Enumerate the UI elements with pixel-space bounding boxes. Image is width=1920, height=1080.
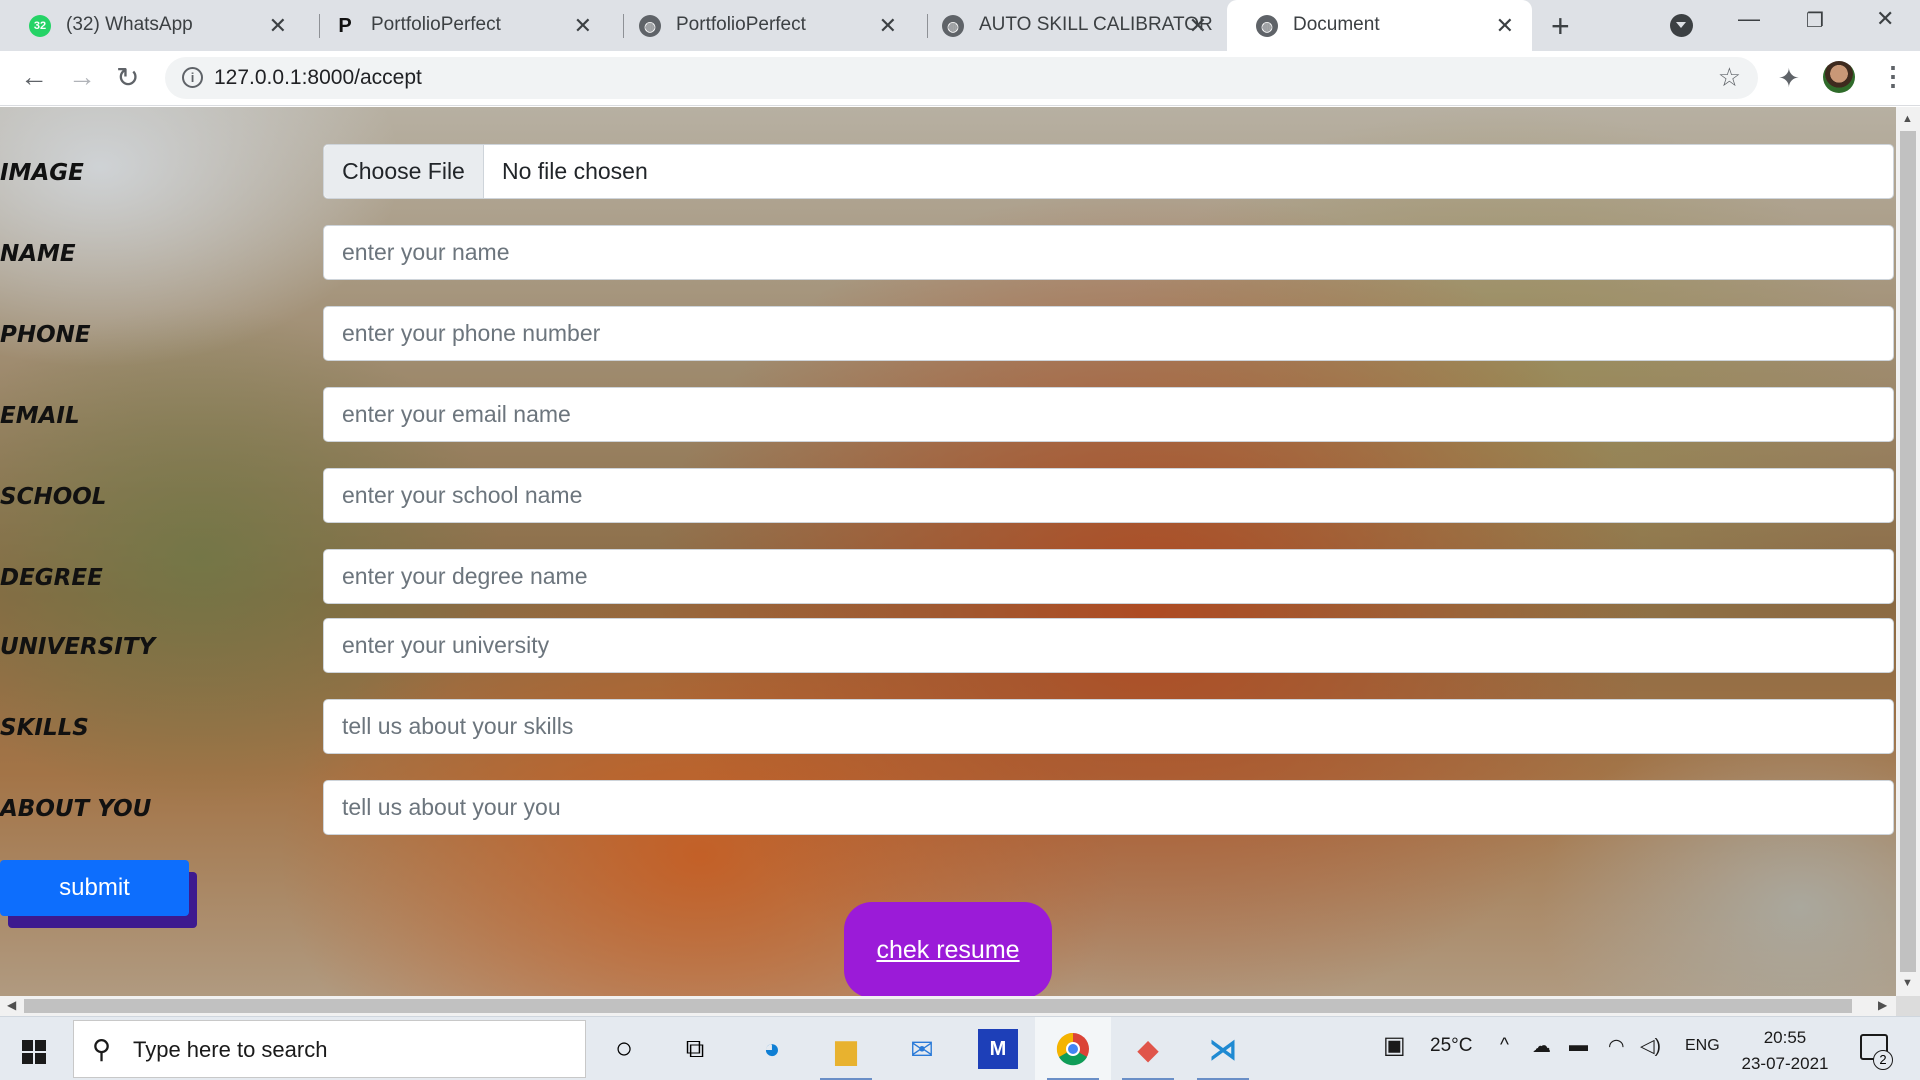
wifi-icon[interactable]: ◠: [1608, 1035, 1625, 1058]
tab-search-icon[interactable]: [1670, 14, 1693, 37]
onedrive-icon[interactable]: ☁: [1532, 1035, 1551, 1058]
scroll-up-icon[interactable]: ▲: [1902, 113, 1913, 125]
file-explorer-icon[interactable]: ▆: [826, 1029, 866, 1069]
scroll-down-icon[interactable]: ▼: [1902, 977, 1913, 989]
skills-label: SKILLS: [0, 715, 89, 741]
scroll-right-icon[interactable]: ▶: [1878, 998, 1887, 1012]
restore-icon[interactable]: ❐: [1806, 8, 1824, 33]
chevron-up-icon[interactable]: ^: [1500, 1035, 1509, 1057]
tab-portfolioperfect-1[interactable]: P PortfolioPerfect ✕: [305, 0, 610, 51]
search-icon: ⚲: [92, 1034, 112, 1064]
email-label: EMAIL: [0, 403, 80, 429]
new-tab-button[interactable]: +: [1551, 8, 1570, 45]
image-label: IMAGE: [0, 160, 84, 186]
tab-title: AUTO SKILL CALIBRATOR: [979, 14, 1213, 35]
globe-icon: ◍: [1256, 15, 1278, 37]
tab-portfolioperfect-2[interactable]: ◍ PortfolioPerfect ✕: [610, 0, 915, 51]
windows-taskbar: ⚲ Type here to search ○ ⧉ ◕ ▆ ✉ M ◆ ⋊ ▣ …: [0, 1016, 1920, 1080]
taskbar-search-box[interactable]: ⚲ Type here to search: [73, 1020, 586, 1078]
close-icon[interactable]: ✕: [1189, 13, 1207, 39]
school-label: SCHOOL: [0, 484, 107, 510]
reload-icon[interactable]: ↻: [116, 61, 139, 94]
degree-input[interactable]: enter your degree name: [323, 549, 1894, 604]
cortana-icon[interactable]: ○: [604, 1029, 644, 1069]
close-icon[interactable]: ✕: [1496, 13, 1514, 39]
weather-icon[interactable]: ▣: [1383, 1031, 1406, 1060]
chrome-logo: [1056, 1032, 1089, 1066]
phone-input[interactable]: enter your phone number: [323, 306, 1894, 361]
close-icon[interactable]: ✕: [574, 13, 592, 39]
vertical-scroll-thumb[interactable]: [1900, 131, 1916, 972]
windows-start-icon[interactable]: [22, 1040, 46, 1064]
name-input[interactable]: enter your name: [323, 225, 1894, 280]
tab-auto-skill-calibrator[interactable]: ◍ AUTO SKILL CALIBRATOR ✕: [913, 0, 1225, 51]
bookmark-star-icon[interactable]: ☆: [1718, 62, 1741, 93]
task-view-icon[interactable]: ⧉: [675, 1029, 715, 1069]
address-bar[interactable]: i 127.0.0.1:8000/accept ☆: [165, 57, 1758, 99]
email-input[interactable]: enter your email name: [323, 387, 1894, 442]
avatar[interactable]: [1823, 61, 1855, 93]
skills-input[interactable]: tell us about your skills: [323, 699, 1894, 754]
vscode-icon[interactable]: ⋊: [1203, 1029, 1243, 1069]
menu-kebab-icon[interactable]: ⋮: [1880, 61, 1906, 92]
info-icon[interactable]: i: [182, 67, 203, 88]
vertical-scrollbar[interactable]: ▲ ▼: [1896, 107, 1920, 996]
name-label: NAME: [0, 241, 76, 267]
language-indicator[interactable]: ENG: [1685, 1037, 1720, 1055]
extensions-icon[interactable]: ✦: [1778, 63, 1800, 94]
about-you-input[interactable]: tell us about your you: [323, 780, 1894, 835]
university-input[interactable]: enter your university: [323, 618, 1894, 673]
minimize-icon[interactable]: —: [1738, 6, 1760, 32]
phone-label: PHONE: [0, 322, 91, 348]
volume-icon[interactable]: ◁): [1640, 1035, 1661, 1058]
battery-icon[interactable]: ▬: [1569, 1035, 1588, 1057]
degree-label: DEGREE: [0, 565, 103, 591]
whatsapp-icon: 32: [29, 15, 51, 37]
clock-time: 20:55: [1763, 1028, 1807, 1047]
tab-title: Document: [1293, 14, 1380, 35]
url-text[interactable]: 127.0.0.1:8000/accept: [214, 66, 422, 90]
school-input[interactable]: enter your school name: [323, 468, 1894, 523]
tab-document[interactable]: ◍ Document ✕: [1227, 0, 1532, 51]
forward-arrow-icon[interactable]: →: [68, 61, 96, 93]
scrollbar-corner: [1896, 996, 1920, 1016]
tab-title: PortfolioPerfect: [371, 14, 501, 35]
horizontal-scrollbar[interactable]: ◀ ▶: [0, 996, 1896, 1016]
browser-tab-strip: 32 (32) WhatsApp ✕ P PortfolioPerfect ✕ …: [0, 0, 1920, 51]
scroll-left-icon[interactable]: ◀: [7, 998, 16, 1012]
close-icon[interactable]: ✕: [269, 13, 287, 39]
tab-title: (32) WhatsApp: [66, 14, 193, 35]
git-kraken-icon[interactable]: ◆: [1128, 1029, 1168, 1069]
window-close-icon[interactable]: ✕: [1876, 6, 1894, 32]
about-you-label: ABOUT YOU: [0, 796, 152, 822]
mathworks-icon[interactable]: M: [978, 1029, 1018, 1069]
page-viewport: IMAGE Choose File No file chosen NAME en…: [0, 107, 1896, 996]
system-clock[interactable]: 20:55 23-07-2021: [1730, 1025, 1840, 1077]
tab-title: PortfolioPerfect: [676, 14, 806, 35]
horizontal-scroll-thumb[interactable]: [24, 999, 1852, 1013]
chrome-icon[interactable]: [1053, 1029, 1093, 1069]
globe-icon: ◍: [639, 15, 661, 37]
edge-icon[interactable]: ◕: [752, 1029, 792, 1069]
image-file-input[interactable]: Choose File No file chosen: [323, 144, 1894, 199]
notification-count: 2: [1873, 1050, 1893, 1070]
browser-toolbar: ← → ↻ i 127.0.0.1:8000/accept ☆ ✦ ⋮: [0, 51, 1920, 106]
clock-date: 23-07-2021: [1741, 1054, 1829, 1073]
mail-icon[interactable]: ✉: [902, 1029, 942, 1069]
tab-whatsapp[interactable]: 32 (32) WhatsApp ✕: [0, 0, 305, 51]
back-arrow-icon[interactable]: ←: [20, 61, 48, 93]
portfolio-logo-icon: P: [338, 14, 352, 37]
choose-file-button[interactable]: Choose File: [324, 145, 484, 198]
file-status-text: No file chosen: [502, 158, 648, 184]
weather-temp[interactable]: 25°C: [1430, 1035, 1472, 1057]
globe-icon: ◍: [942, 15, 964, 37]
check-resume-link[interactable]: chek resume: [844, 902, 1052, 996]
university-label: UNIVERSITY: [0, 634, 156, 660]
taskbar-search-placeholder[interactable]: Type here to search: [133, 1037, 327, 1063]
submit-button[interactable]: submit: [0, 860, 189, 916]
close-icon[interactable]: ✕: [879, 13, 897, 39]
